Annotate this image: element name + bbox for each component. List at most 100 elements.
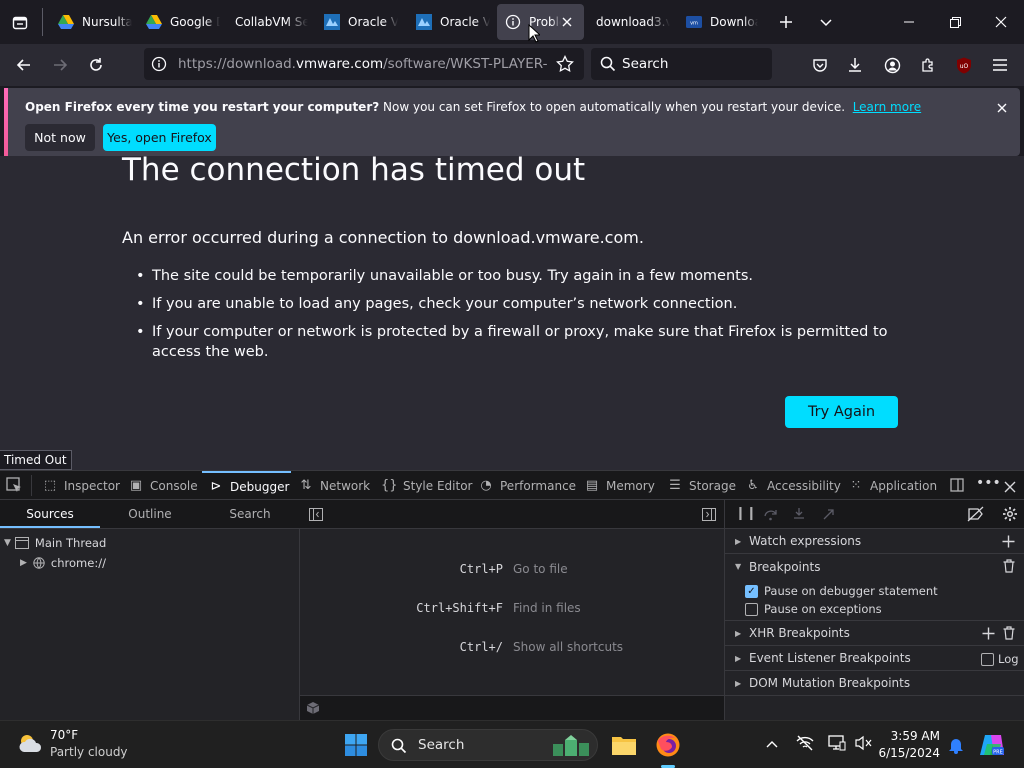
tab-download-vmware[interactable]: vm Download VMware <box>674 4 758 40</box>
account-icon <box>884 57 900 73</box>
clock-date[interactable]: 6/15/2024 <box>868 746 940 760</box>
forward-button[interactable] <box>46 51 74 79</box>
tab-collabvm[interactable]: CollabVM Server <box>222 4 308 40</box>
try-again-button[interactable]: Try Again <box>785 396 898 428</box>
tab-application[interactable]: ⁙ Application <box>848 471 938 500</box>
bookmark-star-icon[interactable] <box>556 54 574 77</box>
dock-side-button[interactable] <box>949 477 965 497</box>
partly-cloudy-icon <box>19 735 42 752</box>
close-notification-icon[interactable] <box>995 101 1009 115</box>
subtab-search[interactable]: Search <box>200 500 300 528</box>
search-bar[interactable]: Search <box>591 48 772 80</box>
section-watch-expressions[interactable]: ▶ Watch expressions <box>725 529 1024 554</box>
clock-time[interactable]: 3:59 AM <box>868 729 940 743</box>
ublock-button[interactable]: uO <box>952 53 976 77</box>
pause-icon[interactable]: ❙❙ <box>735 506 757 521</box>
section-breakpoints[interactable]: ▼ Breakpoints <box>725 554 1024 579</box>
tab-console[interactable]: ▣ Console <box>128 471 198 500</box>
notification-bar: Open Firefox every time you restart your… <box>4 88 1020 156</box>
tab-storage[interactable]: ☰ Storage <box>667 471 736 500</box>
back-button[interactable] <box>10 51 38 79</box>
tree-label: Main Thread <box>34 536 107 550</box>
reload-button[interactable] <box>82 51 110 79</box>
not-now-button[interactable]: Not now <box>25 124 95 151</box>
section-dom-mutation-breakpoints[interactable]: ▶ DOM Mutation Breakpoints <box>725 671 1024 696</box>
close-window-button[interactable] <box>978 0 1024 44</box>
list-item: If your computer or network is protected… <box>136 322 906 362</box>
url-bar[interactable]: https://download.vmware.com/software/WKS… <box>144 48 584 80</box>
trash-icon[interactable] <box>1003 626 1015 640</box>
add-watch-icon[interactable] <box>1002 535 1015 548</box>
tab-accessibility[interactable]: ♿ Accessibility <box>745 471 841 500</box>
show-hidden-icons[interactable] <box>766 737 778 752</box>
account-button[interactable] <box>880 53 904 77</box>
section-event-listener-breakpoints[interactable]: ▶ Event Listener Breakpoints <box>725 646 1024 671</box>
display-tray[interactable] <box>828 735 846 755</box>
close-icon <box>1004 481 1016 493</box>
tab-performance[interactable]: ◔ Performance <box>478 471 576 500</box>
tab-oracle-vm-2[interactable]: Oracle VM <box>404 4 490 40</box>
new-tab-button[interactable] <box>772 8 800 36</box>
menu-button[interactable] <box>988 53 1012 77</box>
toggle-panes-icon[interactable] <box>702 508 716 521</box>
tab-network[interactable]: ⇅ Network <box>298 471 371 500</box>
tree-main-thread[interactable]: ▼ Main Thread <box>4 536 106 550</box>
site-info-icon[interactable] <box>151 56 167 76</box>
tab-memory[interactable]: ▤ Memory <box>584 471 655 500</box>
url-text[interactable]: https://download.vmware.com/software/WKS… <box>178 48 548 80</box>
debugger-controls: ❙❙ <box>725 500 1024 529</box>
tab-label: Memory <box>606 478 655 493</box>
copilot-button[interactable]: PRE <box>978 731 1006 759</box>
pause-on-debugger-checkbox[interactable]: ✓ Pause on debugger statement <box>745 584 938 598</box>
tab-style-editor[interactable]: {} Style Editor <box>381 471 472 500</box>
search-highlight-icon <box>553 735 589 756</box>
trash-icon[interactable] <box>1003 559 1015 573</box>
pretty-print-icon[interactable] <box>306 701 320 715</box>
tab-inspector[interactable]: ⬚ Inspector <box>42 471 120 500</box>
yes-open-firefox-button[interactable]: Yes, open Firefox <box>103 124 216 151</box>
close-devtools-button[interactable] <box>1004 478 1016 497</box>
tab-nursultan[interactable]: Nursultan <box>46 4 132 40</box>
element-picker-button[interactable] <box>6 477 23 498</box>
subtab-outline[interactable]: Outline <box>100 500 200 528</box>
performance-icon: ◔ <box>480 478 492 493</box>
firefox-icon <box>656 733 680 757</box>
tab-download3[interactable]: download3.vmware <box>584 4 670 40</box>
tree-chrome[interactable]: ▶ chrome:// <box>20 556 106 570</box>
toggle-sources-icon[interactable] <box>309 508 323 521</box>
restore-button[interactable] <box>932 0 978 44</box>
sources-subtabs: Sources Outline Search <box>0 500 300 529</box>
step-over-icon[interactable] <box>763 507 778 521</box>
notifications-button[interactable] <box>948 736 964 758</box>
pause-on-exceptions-checkbox[interactable]: Pause on exceptions <box>745 602 882 616</box>
tab-debugger[interactable]: ⊳ Debugger <box>202 471 291 500</box>
taskbar-search[interactable]: Search <box>378 729 598 761</box>
gear-icon[interactable] <box>1002 506 1018 522</box>
weather-widget[interactable] <box>16 730 44 762</box>
subtab-sources[interactable]: Sources <box>0 500 100 528</box>
step-out-icon[interactable] <box>822 507 836 521</box>
tab-google-drive[interactable]: Google Drive <box>134 4 220 40</box>
firefox-taskbar-button[interactable] <box>654 731 682 759</box>
tab-oracle-vm-1[interactable]: Oracle VM <box>312 4 398 40</box>
tab-list-button[interactable] <box>6 9 34 37</box>
start-button[interactable] <box>342 731 370 759</box>
pocket-button[interactable] <box>808 53 832 77</box>
deactivate-breakpoints-icon[interactable] <box>967 506 985 522</box>
add-xhr-icon[interactable] <box>982 627 995 640</box>
learn-more-link[interactable]: Learn more <box>853 100 921 114</box>
log-checkbox[interactable]: Log <box>981 652 1019 666</box>
step-in-icon[interactable] <box>792 507 806 521</box>
file-explorer-button[interactable] <box>610 731 638 759</box>
downloads-button[interactable] <box>843 53 867 77</box>
list-all-tabs-button[interactable] <box>812 8 840 36</box>
network-status[interactable] <box>796 735 814 755</box>
extensions-button[interactable] <box>916 53 940 77</box>
minimize-button[interactable] <box>886 0 932 44</box>
close-tab-icon[interactable] <box>559 14 575 30</box>
svg-text:PRE: PRE <box>993 750 1003 756</box>
more-options-button[interactable]: ••• <box>976 475 1001 491</box>
section-xhr-breakpoints[interactable]: ▶ XHR Breakpoints <box>725 621 1024 646</box>
tab-problem-loading[interactable]: Problem loading page <box>497 4 584 40</box>
editor-pane: Ctrl+P Go to file Ctrl+Shift+F Find in f… <box>300 500 724 721</box>
